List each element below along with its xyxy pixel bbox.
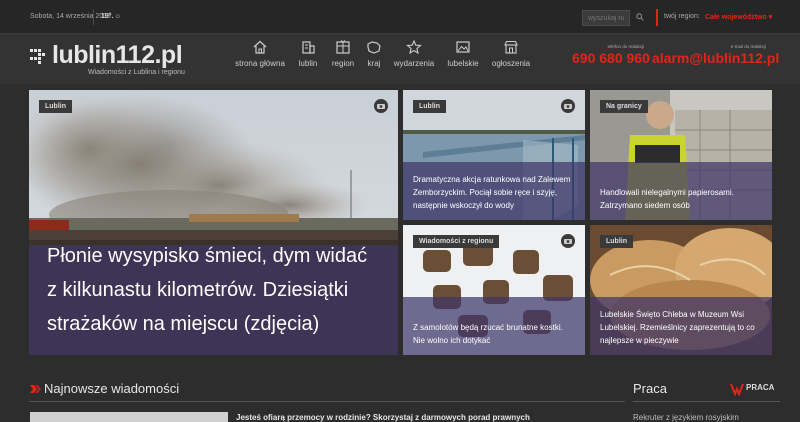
camera-icon (374, 99, 388, 113)
phone-contact[interactable]: telefon do redakcji 690 680 960 (572, 44, 650, 66)
nav-item-ogloszenia[interactable]: ogłoszenia (490, 40, 532, 68)
phone-number: 690 680 960 (572, 50, 650, 66)
landscape-icon (456, 41, 470, 53)
home-icon (253, 40, 267, 54)
nav-item-home[interactable]: strona główna (232, 40, 288, 68)
temperature: 19°. (101, 13, 114, 20)
sun-icon: ☼ (114, 11, 122, 20)
nav-item-lublin[interactable]: lublin (294, 40, 322, 68)
nav-label: region (331, 59, 355, 68)
nav-item-region[interactable]: region (329, 40, 357, 68)
jobs-logo-icon (730, 383, 744, 396)
nav-label: wydarzenia (393, 59, 435, 68)
region-label: twój region: (664, 13, 700, 20)
article-title[interactable]: Handlowali nielegalnymi papierosami. Zat… (590, 162, 772, 220)
article-tile[interactable]: Na granicy Handlowali nielegalnymi papie… (590, 90, 772, 220)
nav-item-lubelskie[interactable]: lubelskie (444, 40, 482, 68)
nav-label: lublin (298, 59, 318, 68)
region-select[interactable]: Całe województwo ▾ (705, 13, 772, 21)
camera-icon (561, 99, 575, 113)
category-tag[interactable]: Lublin (600, 235, 633, 248)
map-grid-icon (336, 40, 350, 54)
nav-label: kraj (367, 59, 381, 68)
jobs-logo[interactable]: PRACA (730, 380, 780, 398)
article-title[interactable]: Dramatyczna akcja ratunkowa nad Zalewem … (403, 162, 585, 220)
star-icon (406, 40, 422, 54)
divider (93, 9, 94, 25)
current-date: Sobota, 14 września 2019 (30, 13, 111, 20)
building-icon (302, 41, 315, 54)
news-thumbnail[interactable] (30, 412, 228, 422)
email-contact[interactable]: e-mail do redakcji alarm@lublin112.pl (652, 44, 780, 66)
featured-article[interactable]: Lublin Płonie wysypisko śmieci, dym wida… (29, 90, 398, 355)
nav-label: lubelskie (447, 59, 479, 68)
article-tile[interactable]: Lublin Lubelskie Święto Chleba w Muzeum … (590, 225, 772, 355)
newspaper-icon (30, 385, 41, 393)
nav-item-wydarzenia[interactable]: wydarzenia (392, 40, 436, 68)
site-tagline: Wiadomości z Lublina i regionu (88, 69, 185, 76)
article-tile[interactable]: Wiadomości z regionu Z samolotów będą rz… (403, 225, 585, 355)
search-input[interactable] (582, 10, 630, 26)
jobs-heading: Praca (633, 381, 667, 396)
category-tag[interactable]: Lublin (413, 100, 446, 113)
job-listing-title[interactable]: Rekruter z językiem rosyjskim (633, 413, 739, 422)
featured-title[interactable]: Płonie wysypisko śmieci, dym widać z kil… (29, 245, 398, 355)
region-accent-bar (656, 9, 658, 26)
article-title[interactable]: Z samolotów będą rzucać brunatne kostki.… (403, 297, 585, 355)
email-label: e-mail do redakcji (730, 44, 766, 49)
search-icon[interactable] (632, 10, 648, 26)
category-tag[interactable]: Na granicy (600, 100, 648, 113)
divider (29, 401, 625, 402)
phone-label: telefon do redakcji (607, 44, 644, 49)
email-address: alarm@lublin112.pl (652, 50, 780, 66)
nav-label: strona główna (235, 59, 285, 68)
country-icon (367, 41, 381, 54)
shop-icon (504, 40, 518, 54)
logo-arrow-icon (30, 49, 45, 64)
nav-item-kraj[interactable]: kraj (363, 40, 385, 68)
article-tile[interactable]: Lublin Dramatyczna akcja ratunkowa nad Z… (403, 90, 585, 220)
news-title[interactable]: Jesteś ofiarą przemocy w rodzinie? Skorz… (236, 413, 530, 422)
divider (633, 401, 780, 402)
jobs-logo-text: PRACA (746, 383, 775, 392)
category-tag[interactable]: Wiadomości z regionu (413, 235, 500, 248)
nav-label: ogłoszenia (491, 59, 531, 68)
top-bar: Sobota, 14 września 2019 19°. ☼ twój reg… (0, 0, 800, 34)
camera-icon (561, 234, 575, 248)
latest-news-heading: Najnowsze wiadomości (44, 381, 180, 396)
article-title[interactable]: Lubelskie Święto Chleba w Muzeum Wsi Lub… (590, 297, 772, 355)
logo-text: lublin112.pl (52, 41, 183, 69)
category-tag[interactable]: Lublin (39, 100, 72, 113)
site-header: lublin112.pl Wiadomości z Lublina i regi… (0, 34, 800, 84)
